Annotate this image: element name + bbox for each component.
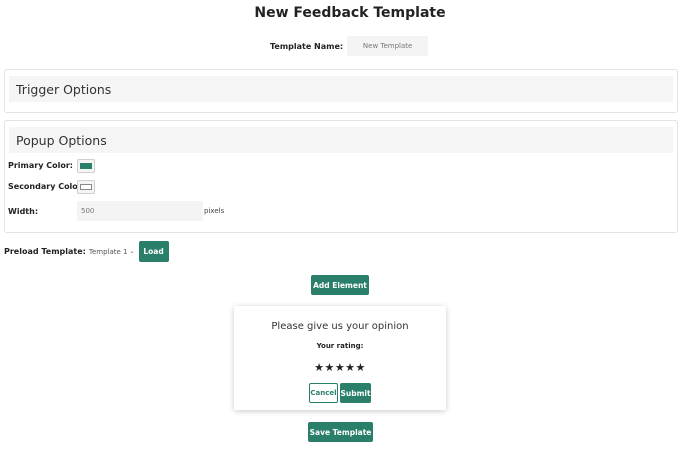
width-input[interactable]	[77, 201, 203, 221]
width-unit: pixels	[204, 207, 225, 215]
template-name-label: Template Name:	[270, 41, 344, 51]
template-name-input[interactable]	[347, 36, 429, 56]
cancel-button[interactable]: Cancel	[309, 383, 338, 403]
add-element-button[interactable]: Add Element	[311, 275, 369, 295]
preload-template-select[interactable]: Template 1 ⌄	[89, 248, 135, 256]
preload-template-label: Preload Template:	[4, 247, 86, 256]
load-button[interactable]: Load	[138, 241, 169, 262]
page-title: New Feedback Template	[254, 5, 446, 21]
preload-template-value: Template 1	[88, 247, 128, 256]
popup-actions: Cancel Submit	[234, 383, 446, 403]
width-label: Width:	[8, 207, 39, 216]
chevron-down-icon: ⌄	[129, 248, 135, 255]
primary-color-label: Primary Color:	[8, 161, 73, 170]
secondary-color-swatch	[80, 184, 92, 190]
popup-title: Please give us your opinion	[271, 321, 409, 332]
feedback-popup-preview: Please give us your opinion Your rating:…	[234, 306, 446, 410]
submit-button[interactable]: Submit	[340, 383, 371, 403]
trigger-options-panel: Trigger Options	[4, 69, 678, 113]
secondary-color-label: Secondary Color:	[8, 182, 85, 191]
trigger-options-header[interactable]: Trigger Options	[9, 76, 673, 102]
rating-label: Your rating:	[316, 342, 364, 350]
popup-options-header[interactable]: Popup Options	[9, 127, 673, 153]
secondary-color-picker[interactable]	[77, 180, 95, 194]
save-template-button[interactable]: Save Template	[308, 422, 373, 442]
preload-row: Preload Template: Template 1 ⌄ Load	[4, 241, 169, 262]
template-name-row: Template Name:	[270, 36, 429, 56]
star-rating[interactable]: ★★★★★	[234, 361, 446, 374]
popup-options-panel: Popup Options Primary Color: Secondary C…	[4, 120, 678, 233]
primary-color-picker[interactable]	[77, 159, 95, 173]
primary-color-swatch	[80, 163, 92, 169]
